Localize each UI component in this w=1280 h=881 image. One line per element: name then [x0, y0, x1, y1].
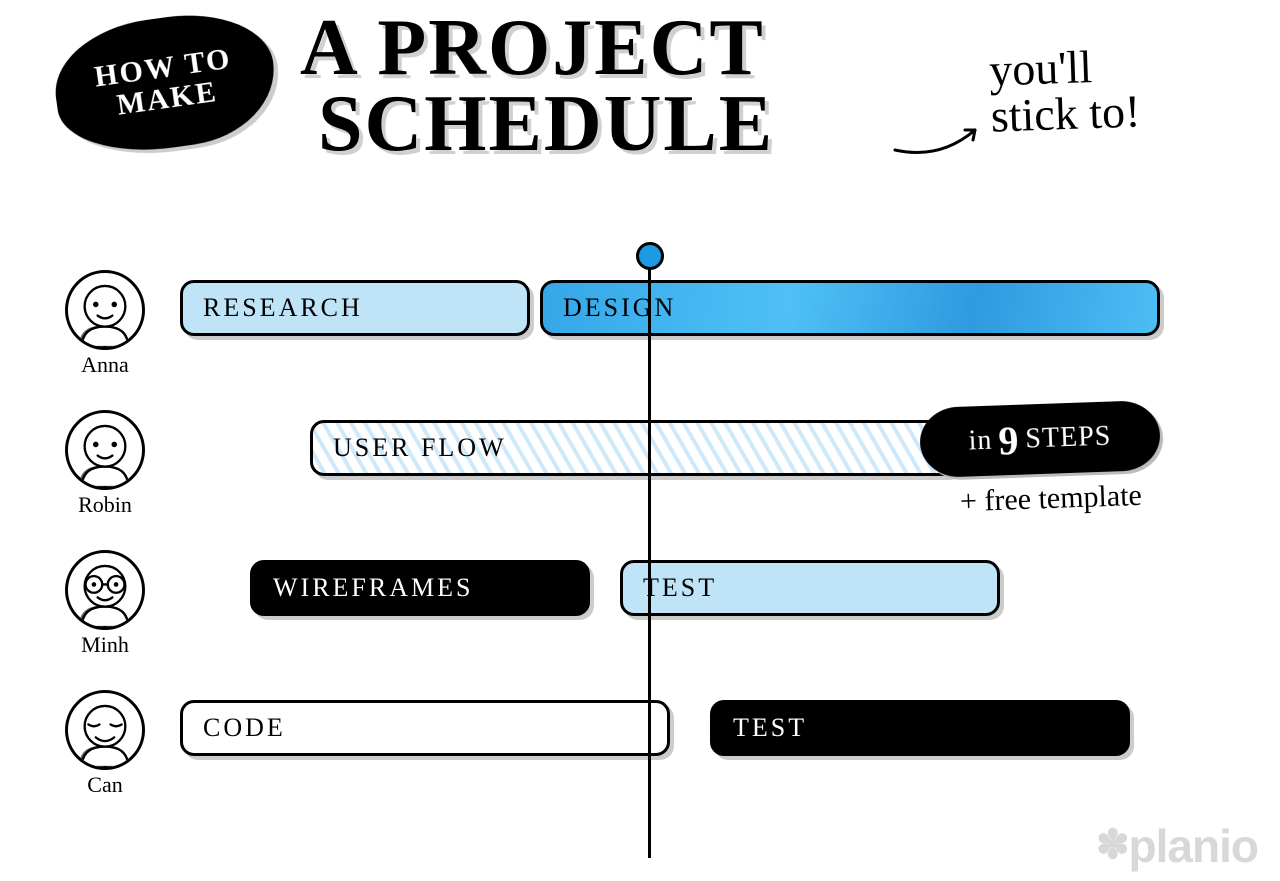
planio-watermark: ✽planio — [1096, 819, 1258, 873]
avatar-icon — [65, 270, 145, 350]
avatar-name: Robin — [50, 492, 160, 518]
diagram-canvas: HOW TO MAKE A PROJECT SCHEDULE you'll st… — [0, 0, 1280, 881]
avatar-name: Can — [50, 772, 160, 798]
steps-suffix: STEPS — [1025, 421, 1112, 456]
bar-track: WIREFRAMES TEST — [180, 560, 1210, 616]
avatar-icon — [65, 550, 145, 630]
timeline-marker-line — [648, 268, 651, 858]
task-bar: RESEARCH — [180, 280, 530, 336]
tagline-line2: stick to! — [990, 88, 1141, 139]
task-bar: DESIGN — [540, 280, 1160, 336]
steps-prefix: in — [968, 425, 993, 458]
task-bar: TEST — [620, 560, 1000, 616]
steps-number: 9 — [998, 416, 1021, 464]
asterisk-icon: ✽ — [1096, 823, 1129, 867]
watermark-text: planio — [1129, 820, 1258, 872]
avatar-name: Anna — [50, 352, 160, 378]
bar-track: CODE TEST — [180, 700, 1210, 756]
avatar-wrap: Robin — [50, 410, 160, 518]
title-line2: SCHEDULE — [318, 86, 774, 162]
title-line1: A PROJECT — [300, 10, 774, 86]
free-template-note: + free template — [959, 479, 1142, 519]
avatar-icon — [65, 690, 145, 770]
main-title: A PROJECT SCHEDULE — [300, 10, 774, 162]
steps-badge: in 9 STEPS — [919, 400, 1161, 478]
gantt-row: Minh WIREFRAMES TEST — [50, 550, 1210, 660]
arrow-icon — [890, 120, 990, 160]
task-bar: CODE — [180, 700, 670, 756]
task-bar: TEST — [710, 700, 1130, 756]
task-bar: WIREFRAMES — [250, 560, 590, 616]
task-bar: USER FLOW — [310, 420, 960, 476]
tagline: you'll stick to! — [988, 42, 1141, 139]
gantt-row: Can CODE TEST — [50, 690, 1210, 800]
avatar-wrap: Anna — [50, 270, 160, 378]
avatar-wrap: Minh — [50, 550, 160, 658]
howto-badge: HOW TO MAKE — [47, 3, 283, 162]
avatar-wrap: Can — [50, 690, 160, 798]
timeline-marker-dot — [636, 242, 664, 270]
bar-track: RESEARCHDESIGN — [180, 280, 1210, 336]
avatar-name: Minh — [50, 632, 160, 658]
gantt-chart: Anna RESEARCHDESIGN Robin USER FLOW Minh WI… — [50, 270, 1210, 830]
gantt-row: Anna RESEARCHDESIGN — [50, 270, 1210, 380]
avatar-icon — [65, 410, 145, 490]
